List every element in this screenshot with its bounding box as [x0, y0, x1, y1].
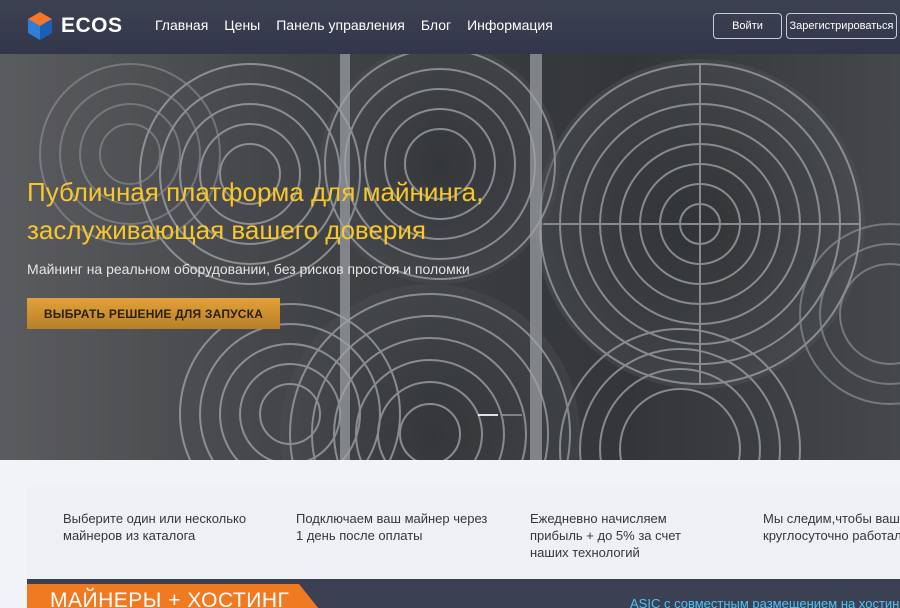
feature-monitoring: Мы следим,чтобы ваш круглосуточно работа… [763, 511, 900, 543]
slider-dot-2[interactable] [502, 414, 522, 416]
feature-connect-miner: Подключаем ваш майнер через 1 день после… [296, 511, 488, 543]
products-bar: МАЙНЕРЫ + ХОСТИНГ ASIC с совместным разм… [27, 579, 900, 608]
nav-item-home[interactable]: Главная [155, 17, 208, 33]
slider-dot-1[interactable] [478, 414, 498, 416]
feature-daily-profit: Ежедневно начисляем прибыль + до 5% за с… [530, 511, 682, 560]
top-navigation-bar: ECOS Главная Цены Панель управления Блог… [0, 0, 900, 54]
asic-colocation-link[interactable]: ASIC с совместным размещением на хостинг… [630, 596, 900, 608]
feature-choose-miner: Выберите один или несколько майнеров из … [63, 511, 247, 543]
login-button[interactable]: Войти [713, 13, 782, 39]
slider-dots [478, 414, 526, 416]
main-nav: Главная Цены Панель управления Блог Инфо… [155, 17, 569, 33]
nav-item-dashboard[interactable]: Панель управления [276, 17, 405, 33]
nav-item-info[interactable]: Информация [467, 17, 553, 33]
ecos-logo[interactable]: ECOS [27, 11, 123, 41]
miners-hosting-tab-label: МАЙНЕРЫ + ХОСТИНГ [50, 589, 290, 608]
hero-banner: Публичная платформа для майнинга, заслуж… [0, 54, 900, 460]
register-button[interactable]: Зарегистрироваться [786, 13, 897, 39]
choose-solution-button[interactable]: ВЫБРАТЬ РЕШЕНИЕ ДЛЯ ЗАПУСКА [27, 298, 280, 329]
nav-item-blog[interactable]: Блог [421, 17, 451, 33]
hero-title: Публичная платформа для майнинга, заслуж… [27, 177, 484, 245]
cube-logo-icon [28, 12, 52, 40]
nav-item-prices[interactable]: Цены [224, 17, 260, 33]
hero-subtitle: Майнинг на реальном оборудовании, без ри… [27, 261, 470, 277]
hero-background-image [0, 54, 900, 460]
features-strip: Выберите один или несколько майнеров из … [27, 487, 900, 579]
logo-text: ECOS [61, 14, 123, 37]
